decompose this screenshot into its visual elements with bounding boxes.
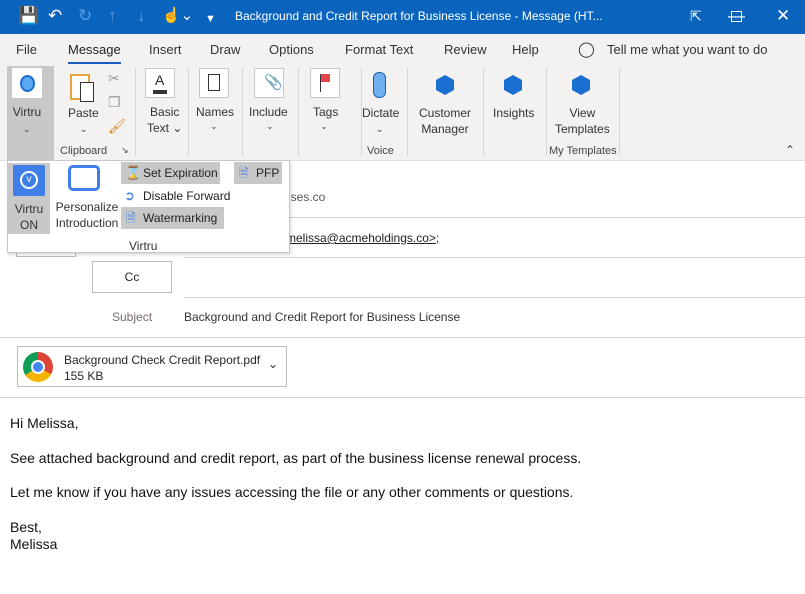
save-icon[interactable]: 💾 [18, 6, 39, 26]
paperclip-icon: 📎 [254, 68, 284, 98]
virtru-logo-icon: v [20, 171, 38, 189]
voice-group-label: Voice [367, 145, 394, 157]
set-expiration-button[interactable]: ⌛ Set Expiration [121, 162, 220, 184]
attachment-name: Background Check Credit Report.pdf [64, 353, 261, 367]
names-button[interactable]: Names [196, 104, 234, 120]
tags-button[interactable]: Tags [313, 104, 338, 120]
ribbon-tabs: File Message Insert Draw Options Format … [0, 34, 805, 65]
view-templates-button[interactable]: View Templates [555, 105, 610, 137]
touch-mode-icon[interactable]: ☝⌄ [162, 6, 193, 26]
attachment-size: 155 KB [64, 369, 104, 383]
chevron-down-icon: ⌄ [23, 124, 31, 134]
chevron-down-icon[interactable]: ⌄ [268, 357, 278, 371]
my-templates-group-label: My Templates [549, 145, 617, 157]
tab-file[interactable]: File [16, 42, 37, 57]
chevron-down-icon: ⌄ [266, 121, 274, 131]
customize-qat-icon[interactable]: ▼ [205, 9, 216, 29]
virtru-icon [20, 75, 35, 92]
dialog-launcher-icon[interactable]: ↘ [121, 145, 129, 156]
disable-forward-icon: ➲ [124, 188, 135, 203]
undo-icon[interactable]: ↶ [48, 6, 62, 26]
flag-icon [310, 68, 340, 98]
tab-draw[interactable]: Draw [210, 42, 240, 57]
body-line: Let me know if you have any issues acces… [10, 484, 574, 500]
paste-button[interactable]: Paste [68, 105, 99, 121]
window-title: Background and Credit Report for Busines… [235, 9, 603, 23]
tab-review[interactable]: Review [444, 42, 487, 57]
title-bar: 💾 ↶ ↻ ↑ ↓ ☝⌄ ▼ Background and Credit Rep… [0, 0, 805, 34]
from-field[interactable]: rises.co [284, 190, 325, 204]
insights-button[interactable]: Insights [493, 105, 534, 121]
basic-text-icon: A [145, 68, 175, 98]
address-book-icon [199, 68, 229, 98]
virtru-button[interactable]: Virtru ⌄ [7, 66, 54, 161]
view-templates-icon [572, 75, 590, 95]
subject-label: Subject [112, 310, 153, 324]
body-line: Hi Melissa, [10, 415, 79, 431]
disable-forward-button[interactable]: ➲ Disable Forward [121, 185, 231, 207]
chevron-down-icon: ⌄ [320, 121, 328, 131]
redo-icon[interactable]: ↻ [78, 6, 92, 26]
to-recipient[interactable]: melissa@acmeholdings.co>; [286, 231, 439, 245]
tab-help[interactable]: Help [512, 42, 539, 57]
tab-options[interactable]: Options [269, 42, 314, 57]
pfp-icon: 🗎 [239, 166, 249, 180]
clipboard-group-label: Clipboard [60, 145, 108, 157]
insights-icon [504, 75, 522, 95]
watermark-icon: 🗎 [126, 211, 136, 225]
collapse-ribbon-icon[interactable]: ⌃ [785, 143, 795, 157]
virtru-on-label: Virtru [14, 202, 44, 216]
dictate-button[interactable]: Dictate [362, 105, 399, 121]
close-button[interactable]: ✕ [776, 6, 790, 26]
down-icon[interactable]: ↓ [137, 6, 146, 26]
up-icon[interactable]: ↑ [108, 6, 117, 26]
ribbon: Virtru ⌄ Paste ⌄ ✂ ❐ 🖌 Clipboard ↘ A Bas… [0, 64, 805, 161]
pfp-button[interactable]: 🗎 PFP [234, 162, 282, 184]
basic-text-button[interactable]: Basic Text ⌄ [147, 104, 182, 136]
chevron-down-icon: ⌄ [210, 121, 218, 131]
personalize-icon [68, 165, 100, 191]
lightbulb-icon: ◯ [578, 41, 595, 58]
maximize-button[interactable] [731, 11, 742, 22]
tell-me-search[interactable]: Tell me what you want to do [607, 42, 767, 57]
ribbon-display-icon[interactable]: ⇱ [690, 6, 702, 26]
body-line: Melissa [10, 536, 58, 552]
cut-icon[interactable]: ✂ [108, 70, 120, 86]
body-line: Best, [10, 519, 42, 535]
tab-insert[interactable]: Insert [149, 42, 182, 57]
tab-format-text[interactable]: Format Text [345, 42, 413, 57]
virtru-on-state: ON [20, 218, 38, 232]
copy-icon[interactable]: ❐ [108, 94, 121, 110]
hourglass-icon: ⌛ [125, 165, 142, 180]
chevron-down-icon: ⌄ [80, 124, 88, 134]
customer-manager-button[interactable]: Customer Manager [419, 105, 471, 137]
personalize-introduction-button[interactable]: Personalize Introduction [52, 199, 122, 231]
tab-message[interactable]: Message [68, 42, 121, 65]
include-button[interactable]: Include [249, 104, 288, 120]
chrome-icon [23, 352, 53, 382]
body-line: See attached background and credit repor… [10, 450, 582, 466]
customer-manager-icon [436, 75, 454, 95]
microphone-icon [373, 72, 386, 98]
virtru-on-button[interactable]: v Virtru ON [8, 163, 50, 234]
virtru-group-label: Virtru [129, 239, 158, 253]
watermarking-button[interactable]: 🗎 Watermarking [121, 207, 224, 229]
format-painter-icon[interactable]: 🖌 [108, 118, 126, 134]
virtru-label: Virtru [12, 105, 42, 119]
chevron-down-icon: ⌄ [376, 124, 384, 134]
attachment-card[interactable]: Background Check Credit Report.pdf 155 K… [17, 346, 287, 387]
cc-button[interactable]: Cc [92, 261, 172, 293]
virtru-dropdown-menu: v Virtru ON Personalize Introduction ⌛ Set… [7, 160, 290, 253]
subject-field[interactable]: Background and Credit Report for Busines… [184, 310, 460, 324]
